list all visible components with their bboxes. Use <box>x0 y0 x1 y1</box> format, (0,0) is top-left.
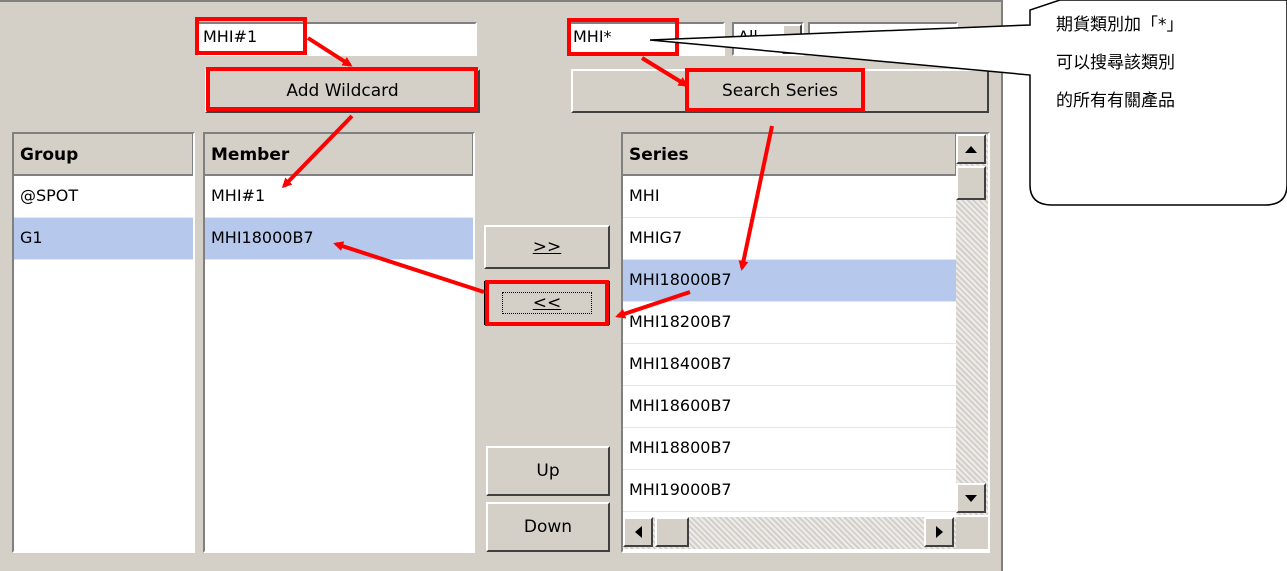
callout-line: 的所有有關產品 <box>1056 91 1175 111</box>
callout-line: 可以搜尋該類別 <box>1056 53 1175 73</box>
arrow-search-to-series <box>738 125 774 271</box>
arrow-input-to-add <box>306 36 353 67</box>
arrow-series-input-to-search <box>640 56 689 87</box>
callout-line: 期貨類別加「*」 <box>1056 15 1184 35</box>
arrow-series-to-remove <box>615 290 691 319</box>
callout-text: 期貨類別加「*」 可以搜尋該類別 的所有有關產品 <box>1056 6 1266 120</box>
arrow-add-to-member <box>281 114 354 189</box>
arrow-remove-to-member <box>333 241 485 294</box>
